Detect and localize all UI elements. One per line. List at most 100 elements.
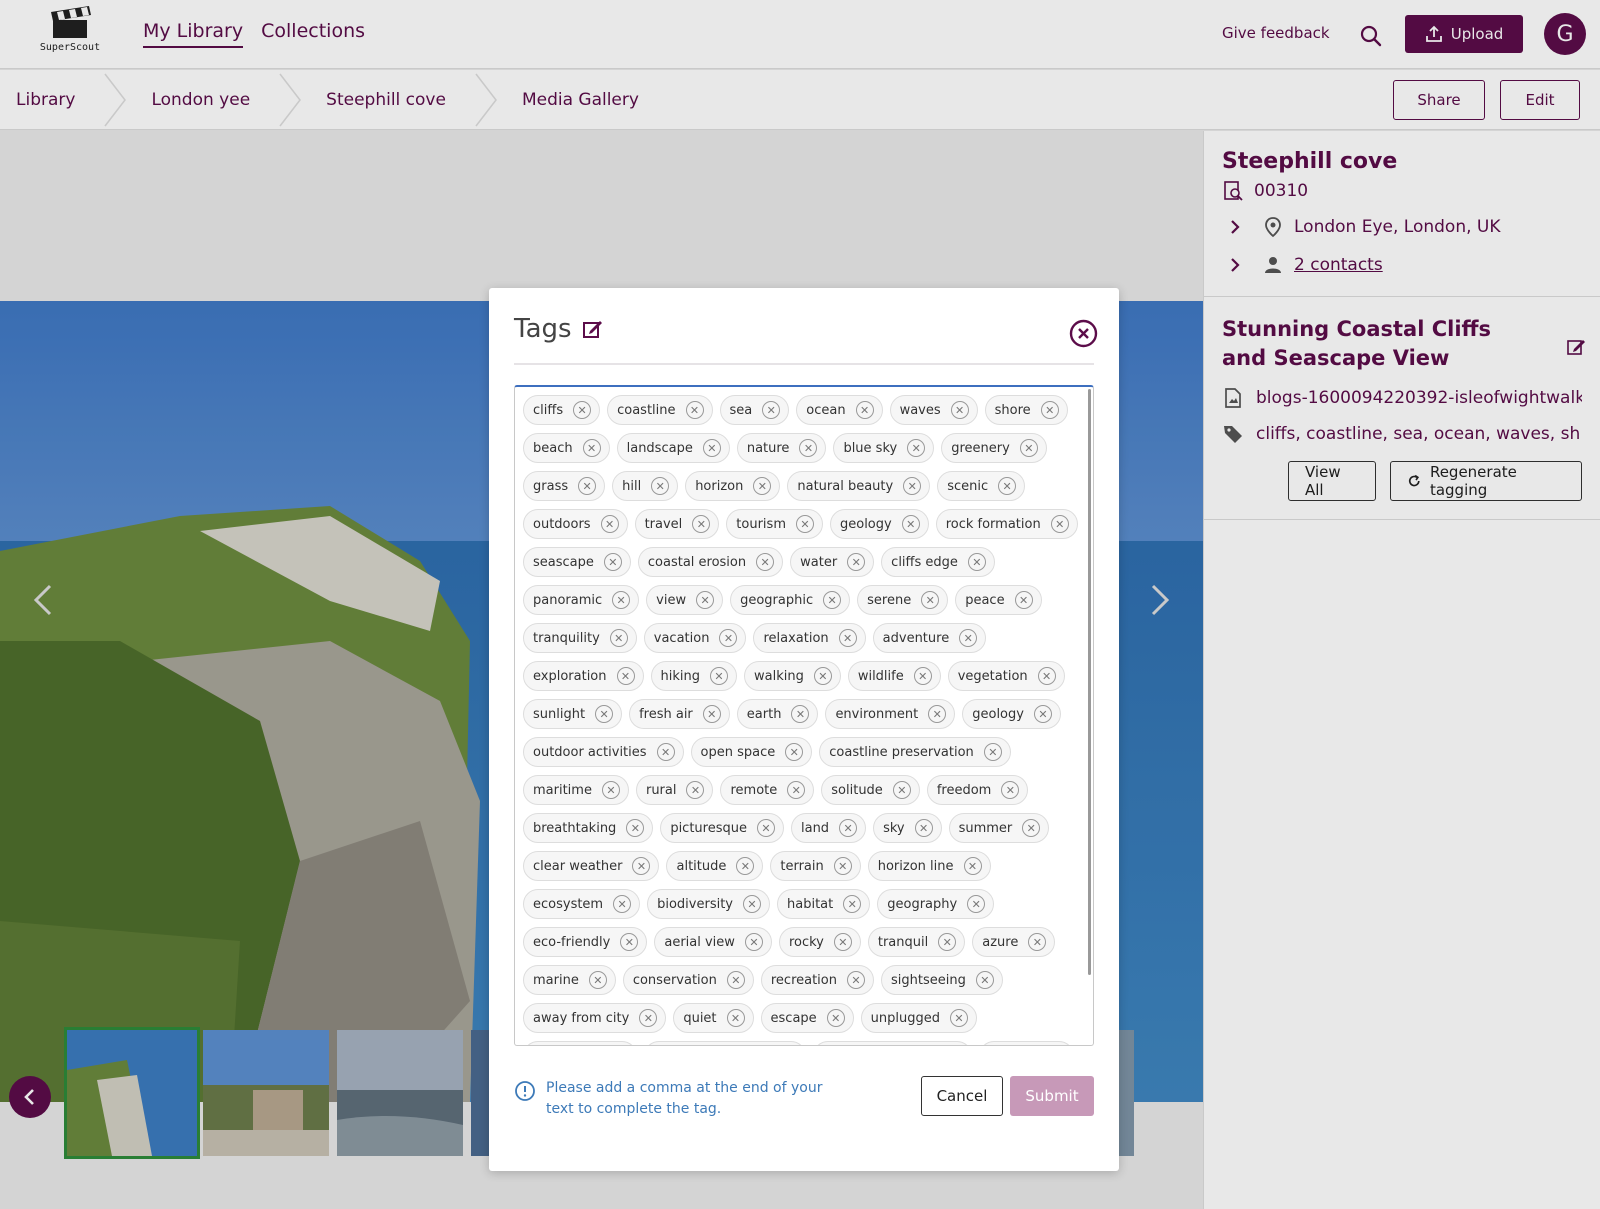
remove-tag-icon[interactable]: ✕ [833, 857, 852, 875]
tag-chip: relaxation ✕ [753, 623, 866, 653]
remove-tag-icon[interactable]: ✕ [595, 705, 614, 723]
tag-label: away from city [533, 1010, 630, 1026]
remove-tag-icon[interactable]: ✕ [907, 439, 926, 457]
remove-tag-icon[interactable]: ✕ [696, 591, 715, 609]
tag-chip: bucket list✕ [523, 1041, 638, 1045]
remove-tag-icon[interactable]: ✕ [626, 819, 645, 837]
remove-tag-icon[interactable]: ✕ [1019, 439, 1038, 457]
remove-tag-icon[interactable]: ✕ [702, 439, 721, 457]
remove-tag-icon[interactable]: ✕ [892, 781, 911, 799]
tag-chip: earth ✕ [736, 699, 819, 729]
remove-tag-icon[interactable]: ✕ [616, 667, 635, 685]
remove-tag-icon[interactable]: ✕ [651, 477, 670, 495]
remove-tag-icon[interactable]: ✕ [726, 971, 745, 989]
remove-tag-icon[interactable]: ✕ [582, 439, 601, 457]
remove-tag-icon[interactable]: ✕ [1022, 819, 1041, 837]
remove-tag-icon[interactable]: ✕ [847, 553, 866, 571]
remove-tag-icon[interactable]: ✕ [1050, 515, 1069, 533]
remove-tag-icon[interactable]: ✕ [620, 933, 639, 951]
remove-tag-icon[interactable]: ✕ [685, 401, 704, 419]
remove-tag-icon[interactable]: ✕ [833, 933, 852, 951]
remove-tag-icon[interactable]: ✕ [839, 819, 858, 837]
remove-tag-icon[interactable]: ✕ [744, 933, 763, 951]
remove-tag-icon[interactable]: ✕ [692, 515, 711, 533]
remove-tag-icon[interactable]: ✕ [967, 895, 986, 913]
tag-label: panoramic [533, 592, 603, 608]
remove-tag-icon[interactable]: ✕ [719, 629, 738, 647]
remove-tag-icon[interactable]: ✕ [998, 477, 1017, 495]
remove-tag-icon[interactable]: ✕ [843, 895, 862, 913]
edit-icon[interactable] [582, 318, 604, 340]
remove-tag-icon[interactable]: ✕ [813, 667, 832, 685]
remove-tag-icon[interactable]: ✕ [967, 553, 986, 571]
remove-tag-icon[interactable]: ✕ [823, 591, 842, 609]
remove-tag-icon[interactable]: ✕ [847, 971, 865, 989]
remove-tag-icon[interactable]: ✕ [1040, 401, 1059, 419]
remove-tag-icon[interactable]: ✕ [791, 705, 810, 723]
tag-label: geographic [740, 592, 814, 608]
remove-tag-icon[interactable]: ✕ [785, 743, 804, 761]
remove-tag-icon[interactable]: ✕ [903, 477, 922, 495]
remove-tag-icon[interactable]: ✕ [639, 1009, 658, 1027]
remove-tag-icon[interactable]: ✕ [1014, 591, 1033, 609]
remove-tag-icon[interactable]: ✕ [787, 781, 806, 799]
remove-tag-icon[interactable]: ✕ [578, 477, 597, 495]
remove-tag-icon[interactable]: ✕ [756, 553, 775, 571]
remove-tag-icon[interactable]: ✕ [963, 857, 982, 875]
remove-tag-icon[interactable]: ✕ [756, 819, 775, 837]
tag-chip: cliffs ✕ [523, 395, 601, 425]
remove-tag-icon[interactable]: ✕ [656, 743, 675, 761]
remove-tag-icon[interactable]: ✕ [826, 1009, 845, 1027]
remove-tag-icon[interactable]: ✕ [1028, 933, 1047, 951]
tag-label: altitude [676, 858, 727, 874]
remove-tag-icon[interactable]: ✕ [762, 401, 781, 419]
remove-tag-icon[interactable]: ✕ [1033, 705, 1052, 723]
remove-tag-icon[interactable]: ✕ [726, 1009, 745, 1027]
remove-tag-icon[interactable]: ✕ [950, 401, 969, 419]
remove-tag-icon[interactable]: ✕ [1037, 667, 1056, 685]
remove-tag-icon[interactable]: ✕ [588, 971, 607, 989]
remove-tag-icon[interactable]: ✕ [938, 933, 957, 951]
remove-tag-icon[interactable]: ✕ [799, 439, 818, 457]
remove-tag-icon[interactable]: ✕ [913, 667, 932, 685]
remove-tag-icon[interactable]: ✕ [573, 401, 592, 419]
remove-tag-icon[interactable]: ✕ [838, 629, 857, 647]
remove-tag-icon[interactable]: ✕ [600, 515, 619, 533]
remove-tag-icon[interactable]: ✕ [601, 781, 620, 799]
tag-chip: scenic ✕ [937, 471, 1026, 501]
tag-chip: travel ✕ [634, 509, 720, 539]
tag-chip: organic✕ [978, 1041, 1075, 1045]
remove-tag-icon[interactable]: ✕ [1001, 781, 1020, 799]
remove-tag-icon[interactable]: ✕ [928, 705, 947, 723]
cancel-button[interactable]: Cancel [921, 1076, 1003, 1116]
remove-tag-icon[interactable]: ✕ [959, 629, 978, 647]
remove-tag-icon[interactable]: ✕ [736, 857, 755, 875]
remove-tag-icon[interactable]: ✕ [613, 895, 632, 913]
remove-tag-icon[interactable]: ✕ [901, 515, 920, 533]
remove-tag-icon[interactable]: ✕ [975, 971, 994, 989]
close-icon[interactable] [1069, 319, 1098, 348]
remove-tag-icon[interactable]: ✕ [612, 591, 631, 609]
tag-chip: view ✕ [646, 585, 724, 615]
remove-tag-icon[interactable]: ✕ [855, 401, 874, 419]
tags-scrollbar[interactable] [1088, 389, 1091, 975]
tags-input-area[interactable]: cliffs ✕ coastline ✕ sea ✕ ocean ✕ waves ✕ shore ✕ b… [514, 385, 1094, 1046]
remove-tag-icon[interactable]: ✕ [983, 743, 1002, 761]
remove-tag-icon[interactable]: ✕ [921, 591, 940, 609]
remove-tag-icon[interactable]: ✕ [632, 857, 651, 875]
remove-tag-icon[interactable]: ✕ [795, 515, 814, 533]
submit-button[interactable]: Submit [1010, 1076, 1094, 1116]
remove-tag-icon[interactable]: ✕ [609, 629, 628, 647]
tag-label: biodiversity [657, 896, 734, 912]
tags-modal: Tags cliffs ✕ coastline ✕ sea ✕ ocean ✕ waves ✕ sh… [489, 288, 1119, 1171]
remove-tag-icon[interactable]: ✕ [743, 895, 762, 913]
tag-chip: vegetation ✕ [947, 661, 1065, 691]
remove-tag-icon[interactable]: ✕ [950, 1009, 969, 1027]
remove-tag-icon[interactable]: ✕ [709, 667, 728, 685]
remove-tag-icon[interactable]: ✕ [686, 781, 705, 799]
tag-chip: rocky ✕ [778, 927, 861, 957]
remove-tag-icon[interactable]: ✕ [603, 553, 622, 571]
remove-tag-icon[interactable]: ✕ [702, 705, 721, 723]
remove-tag-icon[interactable]: ✕ [914, 819, 933, 837]
remove-tag-icon[interactable]: ✕ [753, 477, 772, 495]
